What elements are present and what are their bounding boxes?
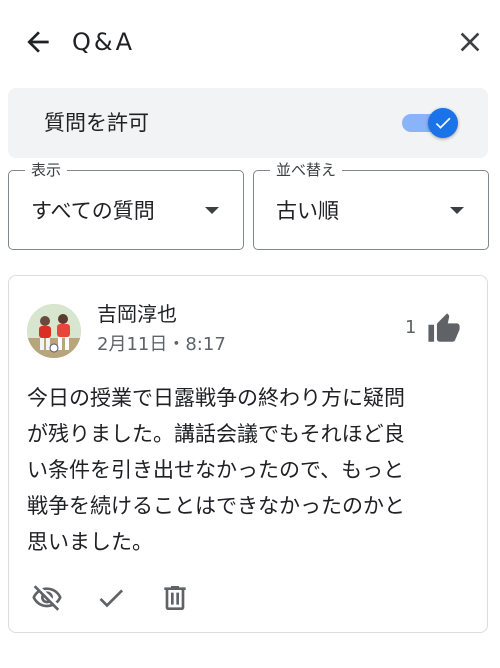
allow-questions-label: 質問を許可 [44, 111, 149, 135]
mark-answered-button[interactable] [95, 582, 127, 614]
chevron-down-icon [205, 207, 219, 214]
toggle-thumb [428, 108, 458, 138]
close-button[interactable] [454, 26, 486, 58]
like-button[interactable] [427, 312, 461, 346]
question-card: 吉岡淳也 2月11日・8:17 1 今日の授業で日露戦争の終わり方に疑問 が残り… [8, 275, 488, 633]
thumb-up-icon [428, 313, 460, 342]
like-count: 1 [405, 317, 417, 338]
delete-question-button[interactable] [159, 582, 191, 614]
check-icon [435, 117, 451, 129]
back-button[interactable] [22, 26, 54, 58]
delete-icon [164, 586, 186, 610]
show-filter-select[interactable]: 表示 すべての質問 [8, 159, 244, 250]
chevron-down-icon [450, 207, 464, 214]
sort-order-value: 古い順 [276, 199, 339, 223]
visibility-off-icon [32, 585, 62, 611]
close-icon [460, 32, 480, 52]
arrow-back-icon [27, 31, 49, 53]
avatar [27, 304, 81, 358]
question-timestamp: 2月11日・8:17 [97, 334, 226, 355]
question-text: 今日の授業で日露戦争の終わり方に疑問 が残りました。講話会議でもそれほど良 い条… [27, 386, 405, 554]
header: Q&A [0, 0, 500, 84]
sort-order-legend: 並べ替え [270, 159, 343, 181]
allow-questions-toggle[interactable] [400, 106, 462, 140]
check-icon [99, 589, 123, 608]
hide-question-button[interactable] [31, 582, 63, 614]
show-filter-value: すべての質問 [31, 199, 155, 223]
sort-order-select[interactable]: 並べ替え 古い順 [253, 159, 489, 250]
question-author: 吉岡淳也 [97, 302, 177, 326]
show-filter-legend: 表示 [25, 159, 68, 181]
allow-questions-row: 質問を許可 [8, 88, 488, 158]
page-title: Q&A [72, 28, 136, 56]
